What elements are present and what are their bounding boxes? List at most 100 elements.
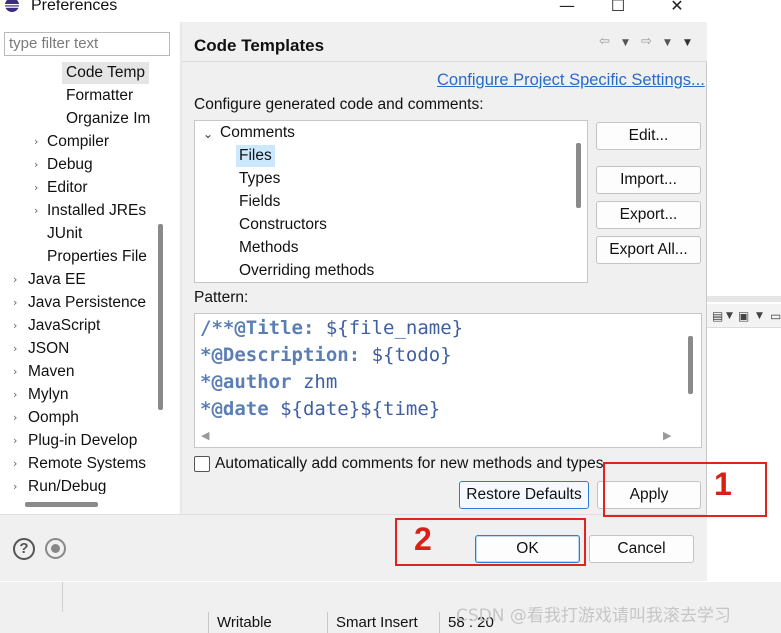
toolbar-minimize-icon[interactable]: ▭: [770, 309, 781, 323]
pattern-editor[interactable]: /**@Title: ${file_name} *@Description: $…: [194, 313, 702, 448]
pattern-variable: ${date}${time}: [268, 398, 441, 420]
edit-button[interactable]: Edit...: [596, 122, 701, 150]
pattern-vertical-scrollbar[interactable]: [681, 314, 701, 428]
template-group-comments[interactable]: Comments: [220, 122, 295, 144]
tree-item-properties-file[interactable]: Properties File: [47, 246, 147, 268]
template-item-overriding-methods[interactable]: Overriding methods: [239, 260, 374, 282]
scroll-left-icon[interactable]: ◀: [201, 429, 209, 442]
tree-horizontal-scrollbar[interactable]: [0, 494, 153, 514]
template-item-fields[interactable]: Fields: [239, 191, 280, 213]
chevron-right-icon[interactable]: ›: [13, 296, 17, 309]
filter-input[interactable]: type filter text: [4, 32, 170, 56]
description-label: Configure generated code and comments:: [194, 96, 484, 113]
pattern-line: *@date ${date}${time}: [200, 398, 440, 420]
maximize-icon[interactable]: ☐: [603, 0, 633, 18]
tree-item-oomph[interactable]: Oomph: [28, 407, 79, 429]
scrollbar-thumb[interactable]: [576, 143, 581, 208]
tree-item-installed-jres[interactable]: Installed JREs: [47, 200, 146, 222]
forward-icon[interactable]: ⇨: [641, 34, 652, 49]
tree-item-javascript[interactable]: JavaScript: [28, 315, 100, 337]
chevron-down-icon[interactable]: ⌄: [203, 127, 213, 141]
annotation-step-2: 2: [414, 521, 432, 557]
chevron-right-icon[interactable]: ›: [34, 158, 38, 171]
pattern-horizontal-scrollbar[interactable]: ◀ ▶: [195, 428, 681, 447]
tree-item-java-ee[interactable]: Java EE: [28, 269, 86, 291]
template-item-types[interactable]: Types: [239, 168, 280, 190]
tree-item-code-templates[interactable]: Code Temp: [62, 62, 149, 84]
record-icon[interactable]: [45, 538, 66, 559]
minimize-icon[interactable]: —: [552, 0, 582, 18]
chevron-right-icon[interactable]: ›: [13, 365, 17, 378]
pattern-line: /**@Title: ${file_name}: [200, 317, 463, 339]
chevron-right-icon[interactable]: ›: [13, 273, 17, 286]
tree-vertical-scrollbar[interactable]: [153, 62, 169, 494]
import-button[interactable]: Import...: [596, 166, 701, 194]
chevron-right-icon[interactable]: ›: [34, 181, 38, 194]
tree-item-plugin-development[interactable]: Plug-in Develop: [28, 430, 137, 452]
status-divider: [62, 582, 63, 612]
window-title: Preferences: [31, 0, 118, 14]
project-specific-settings-link[interactable]: Configure Project Specific Settings...: [437, 71, 705, 90]
title-bar[interactable]: Preferences — ☐ ✕: [0, 0, 707, 22]
template-item-methods[interactable]: Methods: [239, 237, 298, 259]
chevron-right-icon[interactable]: ›: [13, 388, 17, 401]
tree-item-java-persistence[interactable]: Java Persistence: [28, 292, 146, 314]
chevron-right-icon[interactable]: ›: [13, 319, 17, 332]
tree-item-editor[interactable]: Editor: [47, 177, 88, 199]
toolbar-view-icon[interactable]: ▤: [712, 309, 723, 323]
templates-scrollbar[interactable]: [569, 121, 587, 282]
background-panel: [706, 328, 781, 582]
chevron-right-icon[interactable]: ›: [13, 434, 17, 447]
export-all-button[interactable]: Export All...: [596, 236, 701, 264]
tree-item-compiler[interactable]: Compiler: [47, 131, 109, 153]
tree-item-junit[interactable]: JUnit: [47, 223, 82, 245]
background-toolbar: ▤ ▼ ▣ ▼ ▭: [706, 304, 781, 328]
chevron-right-icon[interactable]: ›: [13, 411, 17, 424]
chevron-right-icon[interactable]: ›: [13, 342, 17, 355]
toolbar-dropdown-icon[interactable]: ▼: [726, 311, 733, 321]
preferences-tree: Code Temp Formatter Organize Im › Compil…: [0, 62, 153, 494]
tree-item-run-debug[interactable]: Run/Debug: [28, 476, 106, 494]
pattern-comment-tag: *@date: [200, 398, 269, 420]
toolbar-dropdown-icon-2[interactable]: ▼: [756, 311, 763, 321]
scroll-right-icon[interactable]: ▶: [663, 429, 671, 442]
close-icon[interactable]: ✕: [662, 0, 692, 18]
tree-item-mylyn[interactable]: Mylyn: [28, 384, 68, 406]
export-button[interactable]: Export...: [596, 201, 701, 229]
chevron-right-icon[interactable]: ›: [34, 135, 38, 148]
pattern-line: *@author zhm: [200, 371, 337, 393]
restore-defaults-button[interactable]: Restore Defaults: [459, 481, 589, 509]
scrollbar-thumb[interactable]: [158, 224, 163, 410]
pattern-label: Pattern:: [194, 289, 249, 306]
tree-item-maven[interactable]: Maven: [28, 361, 75, 383]
tree-item-organize-imports[interactable]: Organize Im: [66, 108, 150, 130]
template-item-files[interactable]: Files: [236, 145, 275, 167]
tree-item-json[interactable]: JSON: [28, 338, 69, 360]
back-dropdown-icon[interactable]: ▼: [622, 38, 629, 48]
status-writable: Writable: [208, 612, 272, 633]
pane-splitter[interactable]: [180, 22, 182, 514]
auto-comment-checkbox[interactable]: [194, 456, 210, 472]
cancel-button[interactable]: Cancel: [589, 535, 694, 563]
pattern-comment-tag: *@Description:: [200, 344, 361, 366]
tree-item-formatter[interactable]: Formatter: [66, 85, 133, 107]
tree-item-remote-systems[interactable]: Remote Systems: [28, 453, 146, 475]
forward-dropdown-icon[interactable]: ▼: [664, 38, 671, 48]
page-header: Code Templates ⇦ ▼ ⇨ ▼ ▼: [182, 22, 707, 62]
toolbar-monitor-icon[interactable]: ▣: [738, 309, 749, 323]
back-icon[interactable]: ⇦: [599, 34, 610, 49]
template-item-constructors[interactable]: Constructors: [239, 214, 327, 236]
chevron-right-icon[interactable]: ›: [13, 480, 17, 493]
watermark: CSDN @看我打游戏请叫我滚去学习: [456, 606, 731, 626]
auto-comment-label: Automatically add comments for new metho…: [215, 455, 604, 472]
preferences-tree-pane: type filter text Code Temp Formatter Org…: [0, 22, 180, 514]
chevron-right-icon[interactable]: ›: [13, 457, 17, 470]
view-menu-icon[interactable]: ▼: [684, 38, 691, 48]
tree-item-debug[interactable]: Debug: [47, 154, 93, 176]
pattern-variable: ${todo}: [360, 344, 452, 366]
chevron-right-icon[interactable]: ›: [34, 204, 38, 217]
scrollbar-thumb[interactable]: [688, 336, 693, 394]
scrollbar-thumb[interactable]: [25, 502, 98, 507]
annotation-box-apply: [603, 462, 767, 517]
help-icon[interactable]: ?: [13, 538, 35, 560]
